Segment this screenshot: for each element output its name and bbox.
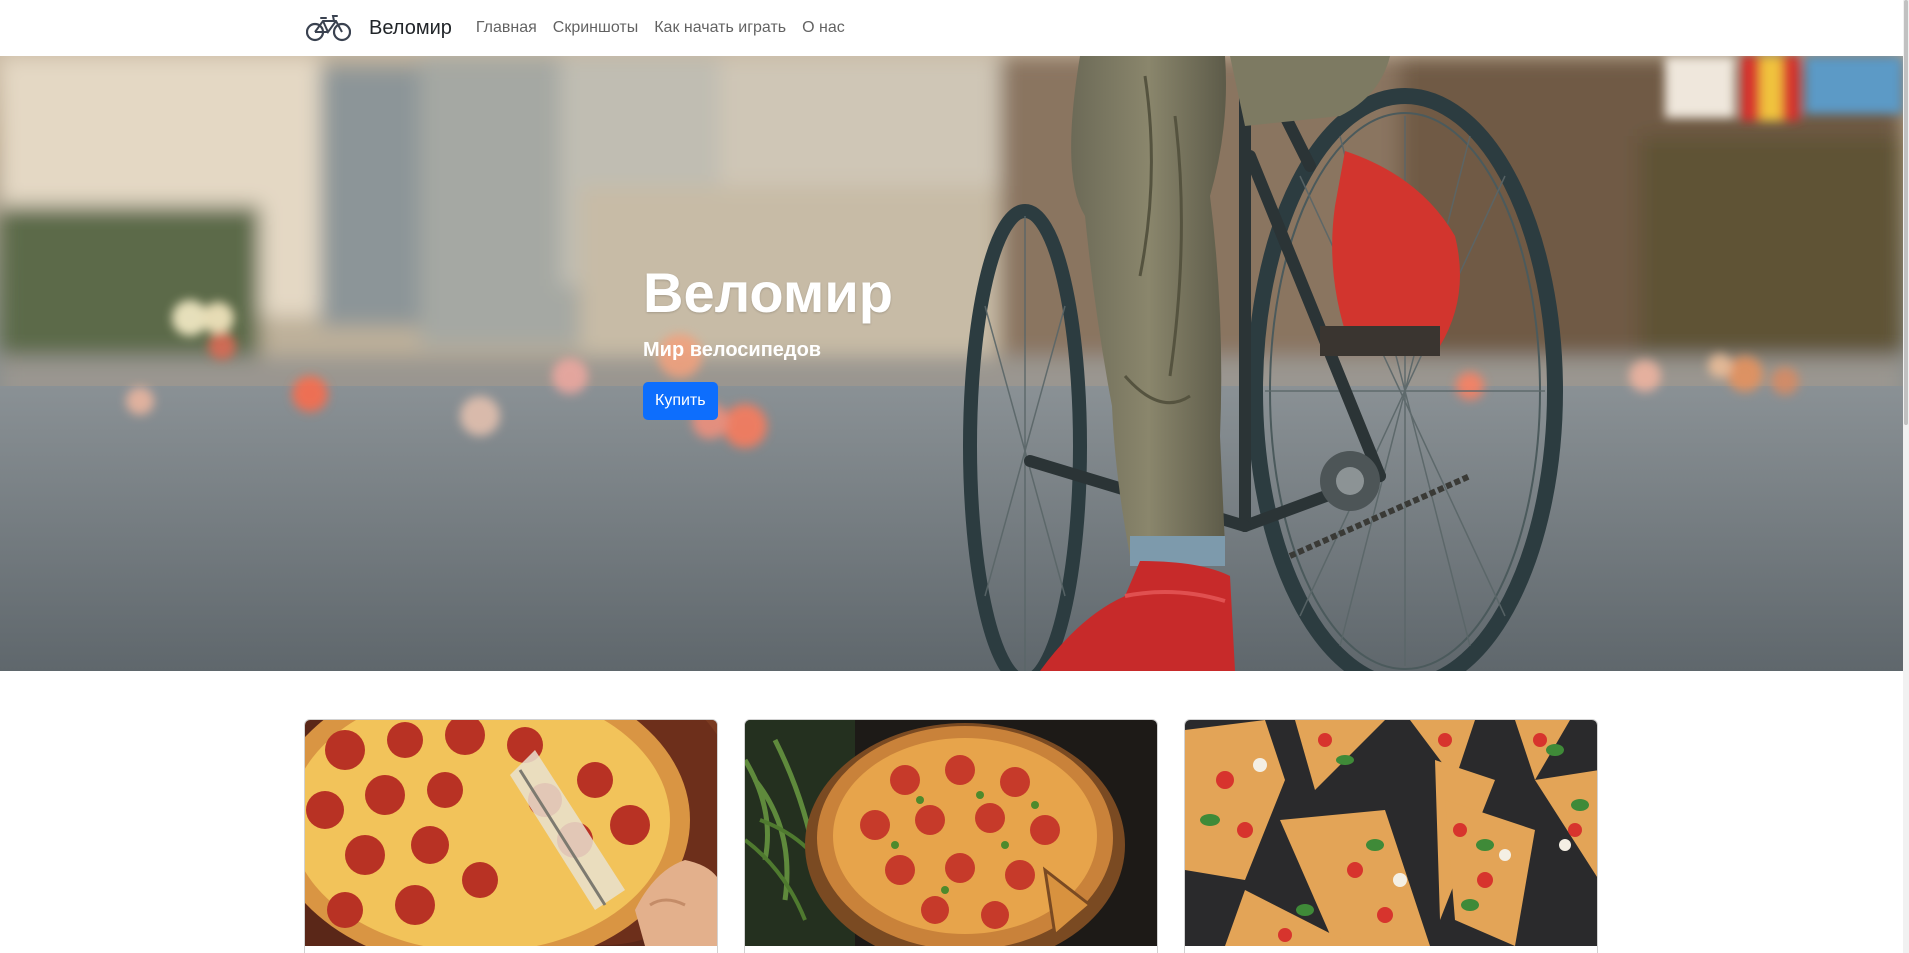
page: Веломир Главная Скриншоты Как начать игр… <box>0 0 1909 953</box>
card-whole-pizza[interactable] <box>744 719 1158 953</box>
nav-link-how-to-start[interactable]: Как начать играть <box>654 0 786 56</box>
navbar: Веломир Главная Скриншоты Как начать игр… <box>0 0 1903 56</box>
cards-row <box>304 719 1599 953</box>
hero-title: Веломир <box>643 261 893 324</box>
brand-name: Веломир <box>369 17 452 39</box>
brand-link[interactable]: Веломир <box>306 0 476 56</box>
hero-content: Веломир Мир велосипедов Купить <box>643 261 893 420</box>
hero-subtitle: Мир велосипедов <box>643 339 822 361</box>
buy-button[interactable]: Купить <box>643 382 718 420</box>
margherita-pizza-slices-photo <box>1185 720 1597 946</box>
whole-pepperoni-pizza-photo <box>745 720 1157 946</box>
hero-banner: Веломир Мир велосипедов Купить <box>0 56 1903 671</box>
hero-cyclist-photo <box>0 56 1903 671</box>
card-pepperoni-slice[interactable] <box>304 719 718 953</box>
card-pizza-slices[interactable] <box>1184 719 1598 953</box>
nav-link-home[interactable]: Главная <box>476 0 537 56</box>
nav-links: Главная Скриншоты Как начать играть О на… <box>476 0 845 56</box>
nav-link-screenshots[interactable]: Скриншоты <box>553 0 638 56</box>
scrollbar-thumb[interactable] <box>1904 0 1908 425</box>
pepperoni-pizza-slice-photo <box>305 720 717 946</box>
nav-link-about[interactable]: О нас <box>802 0 845 56</box>
bicycle-icon <box>306 15 351 42</box>
navbar-container: Веломир Главная Скриншоты Как начать игр… <box>306 0 845 56</box>
